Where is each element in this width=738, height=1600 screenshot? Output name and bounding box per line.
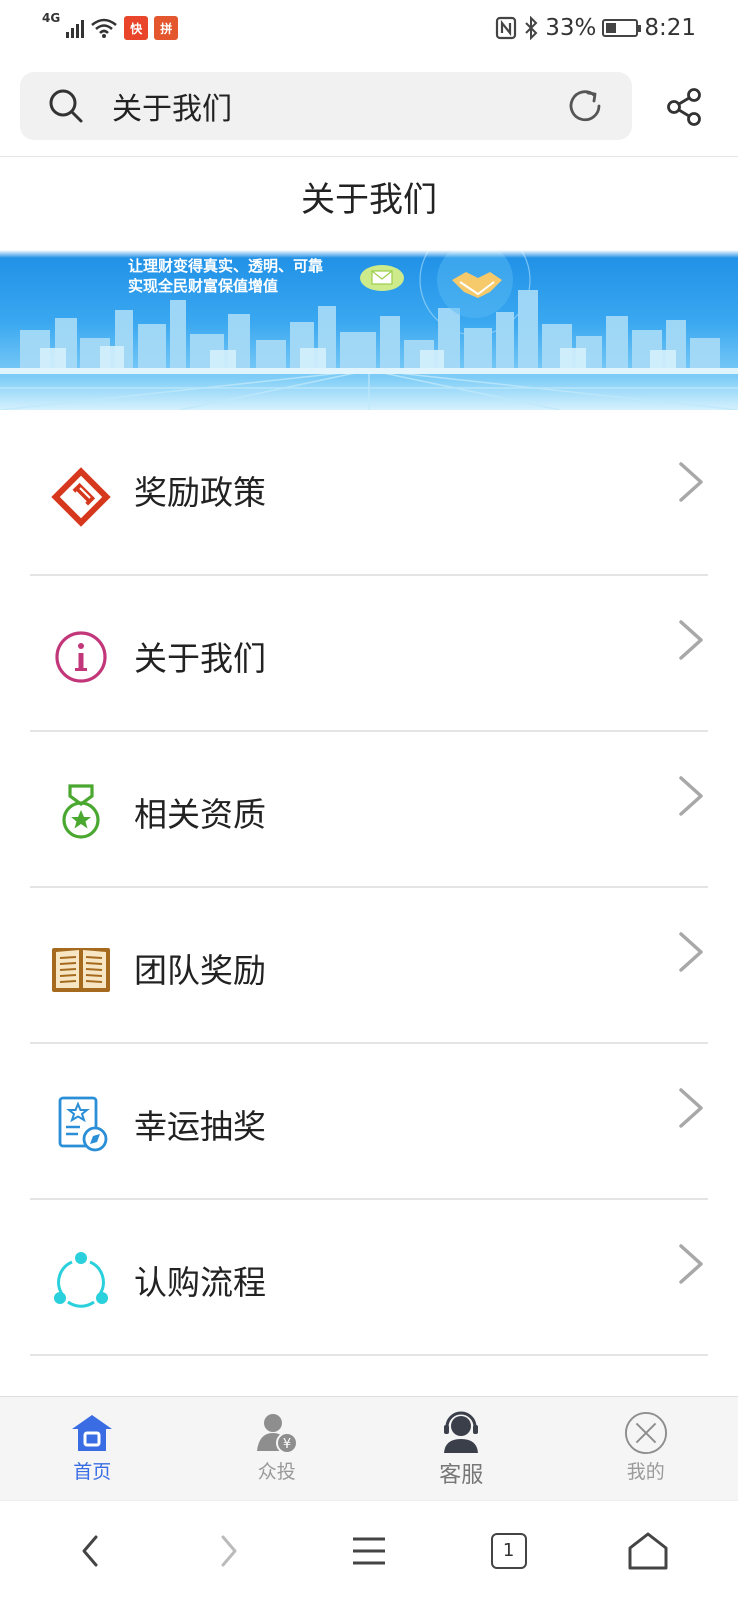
tab-label: 首页 <box>73 1461 112 1483</box>
cycle-dots-icon <box>50 1250 112 1312</box>
menu-item-label: 幸运抽奖 <box>134 1107 266 1146</box>
menu-item-purchase-process[interactable]: 认购流程 <box>30 1200 708 1356</box>
home-outline-icon <box>628 1532 668 1569</box>
search-icon <box>49 89 83 123</box>
menu-item-about-us[interactable]: 关于我们 <box>30 576 708 732</box>
certificate-icon <box>50 1094 112 1156</box>
tab-count: 1 <box>490 1532 527 1569</box>
home-button[interactable] <box>618 1521 678 1581</box>
header-divider <box>0 156 738 157</box>
app-notification-icon: 快 <box>124 16 149 40</box>
home-icon <box>70 1411 114 1455</box>
banner-slogan-line: 让理财变得真实、透明、可靠 <box>128 257 324 275</box>
chevron-right-icon <box>679 1244 703 1284</box>
nfc-icon <box>496 16 517 40</box>
chevron-right-icon <box>679 776 703 816</box>
tab-mine[interactable]: 我的 <box>554 1397 738 1501</box>
medal-icon <box>50 782 112 844</box>
menu-item-lucky-draw[interactable]: 幸运抽奖 <box>30 1044 708 1200</box>
menu-item-label: 关于我们 <box>134 639 266 678</box>
address-text[interactable]: 关于我们 <box>112 84 566 128</box>
signal-icon <box>66 18 85 38</box>
status-left: 4G 快 拼 <box>42 11 179 40</box>
clock: 8:21 <box>644 15 696 41</box>
customer-service-icon <box>439 1411 483 1455</box>
svg-text:¥: ¥ <box>283 1437 291 1452</box>
chevron-right-icon <box>679 620 703 660</box>
hamburger-icon <box>352 1537 385 1564</box>
battery-level <box>606 23 616 33</box>
tabs-button[interactable]: 1 <box>479 1521 539 1581</box>
close-circle-icon <box>624 1411 668 1455</box>
browser-nav-bar: 1 <box>0 1500 738 1600</box>
tab-home[interactable]: 首页 <box>0 1397 185 1501</box>
chevron-right-icon <box>221 1535 237 1566</box>
app-notification-icon: 拼 <box>154 16 179 40</box>
banner-image: 让理财变得真实、透明、可靠 实现全民财富保值增值 <box>0 250 738 410</box>
network-type: 4G <box>42 11 61 25</box>
share-icon <box>667 88 701 126</box>
user-yen-icon: ¥ <box>255 1411 299 1455</box>
menu-item-label: 相关资质 <box>134 795 266 834</box>
city-skyline-illustration <box>0 250 738 410</box>
back-button[interactable] <box>60 1521 120 1581</box>
menu-item-reward-policy[interactable]: 奖励政策 <box>30 420 708 576</box>
menu-item-label: 认购流程 <box>134 1263 266 1302</box>
chevron-right-icon <box>679 462 703 502</box>
menu-item-label: 团队奖励 <box>134 951 266 990</box>
banner-slogan-line: 实现全民财富保值增值 <box>128 277 279 295</box>
wifi-icon <box>91 18 118 38</box>
status-right: 33% 8:21 <box>495 15 696 41</box>
menu-item-label: 奖励政策 <box>134 473 266 512</box>
page-title: 关于我们 <box>301 180 437 220</box>
bottom-tab-bar: 首页 ¥ 众投 客服 我的 <box>0 1396 738 1500</box>
banner-top-fade <box>0 250 738 258</box>
share-button[interactable] <box>660 82 710 132</box>
info-circle-icon <box>50 626 112 688</box>
chevron-right-icon <box>679 1088 703 1128</box>
menu-item-team-reward[interactable]: 团队奖励 <box>30 888 708 1044</box>
banner-slogan: 让理财变得真实、透明、可靠 实现全民财富保值增值 <box>128 256 323 296</box>
gift-ticket-icon <box>50 466 112 528</box>
tab-customer-service[interactable]: 客服 <box>369 1397 554 1501</box>
menu-item-qualifications[interactable]: 相关资质 <box>30 732 708 888</box>
tab-label: 我的 <box>626 1461 665 1483</box>
status-bar: 4G 快 拼 33% 8:21 <box>0 0 738 56</box>
forward-button[interactable] <box>199 1521 259 1581</box>
refresh-icon[interactable] <box>566 87 604 125</box>
tab-label: 众投 <box>257 1461 296 1483</box>
address-bar[interactable]: 关于我们 <box>20 72 632 140</box>
menu-button[interactable] <box>339 1521 399 1581</box>
battery-icon <box>602 19 642 37</box>
tab-crowd-invest[interactable]: ¥ 众投 <box>185 1397 370 1501</box>
book-icon <box>50 938 112 1000</box>
bluetooth-icon <box>525 16 538 40</box>
battery-percent: 33% <box>545 15 597 41</box>
chevron-right-icon <box>679 932 703 972</box>
tab-label: 客服 <box>439 1463 484 1488</box>
chevron-left-icon <box>82 1535 98 1566</box>
menu-list: 奖励政策 关于我们 相关资质 团队奖励 幸运抽奖 认购流程 <box>30 420 708 1356</box>
